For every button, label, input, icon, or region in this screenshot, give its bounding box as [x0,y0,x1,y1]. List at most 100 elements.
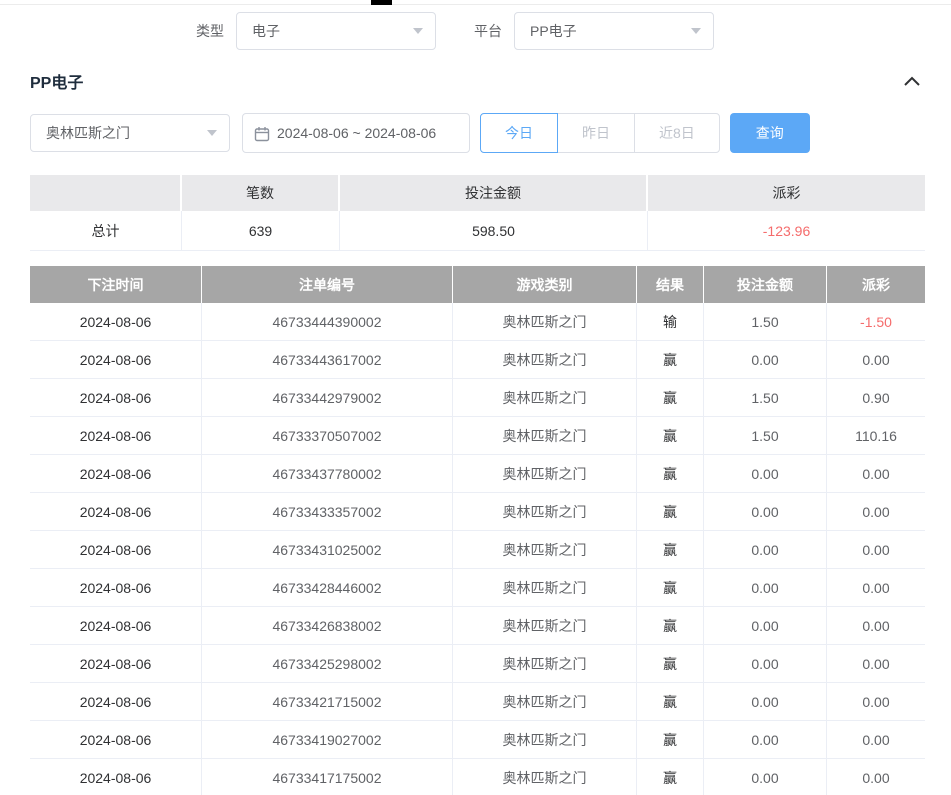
table-row: 2024-08-0646733433357002奥林匹斯之门赢0.000.00 [30,493,925,531]
cell-order-id: 46733417175002 [202,759,453,795]
platform-select-value: PP电子 [530,21,577,41]
table-row: 2024-08-0646733444390002奥林匹斯之门输1.50-1.50 [30,303,925,341]
header-bet-amount: 投注金额 [704,266,827,303]
chevron-up-icon[interactable] [899,72,925,91]
game-select[interactable]: 奥林匹斯之门 [30,114,230,152]
cell-game-type: 奥林匹斯之门 [453,645,637,683]
summary-table-header: 笔数 投注金额 派彩 [30,175,925,211]
page: 类型 电子 平台 PP电子 PP电子 奥林匹斯之门 [0,0,951,795]
table-row: 2024-08-0646733437780002奥林匹斯之门赢0.000.00 [30,455,925,493]
type-label: 类型 [196,21,224,41]
cell-result: 赢 [637,341,704,379]
table-row: 2024-08-0646733425298002奥林匹斯之门赢0.000.00 [30,645,925,683]
cell-game-type: 奥林匹斯之门 [453,417,637,455]
game-select-value: 奥林匹斯之门 [46,123,130,143]
table-row: 2024-08-0646733442979002奥林匹斯之门赢1.500.90 [30,379,925,417]
top-indicator-bar [371,0,392,5]
cell-order-id: 46733426838002 [202,607,453,645]
cell-payout: 0.00 [827,341,925,379]
cell-order-id: 46733421715002 [202,683,453,721]
cell-result: 赢 [637,607,704,645]
cell-bet-amount: 1.50 [704,379,827,417]
section-title: PP电子 [30,69,83,93]
cell-order-id: 46733370507002 [202,417,453,455]
yesterday-button[interactable]: 昨日 [557,113,635,153]
filter-row: 奥林匹斯之门 2024-08-06 ~ 2024-08-06 今日 昨日 近8日… [30,113,810,153]
cell-result: 赢 [637,759,704,795]
summary-total-label: 总计 [30,211,182,251]
table-row: 2024-08-0646733419027002奥林匹斯之门赢0.000.00 [30,721,925,759]
cell-order-id: 46733419027002 [202,721,453,759]
platform-label: 平台 [474,21,502,41]
records-table-header: 下注时间 注单编号 游戏类别 结果 投注金额 派彩 [30,266,925,303]
summary-payout: -123.96 [648,211,925,251]
chevron-down-icon [413,28,423,34]
cell-bet-time: 2024-08-06 [30,303,202,341]
today-button[interactable]: 今日 [480,113,558,153]
table-row: 2024-08-0646733443617002奥林匹斯之门赢0.000.00 [30,341,925,379]
cell-game-type: 奥林匹斯之门 [453,721,637,759]
cell-bet-time: 2024-08-06 [30,721,202,759]
cell-result: 赢 [637,569,704,607]
cell-result: 赢 [637,379,704,417]
cell-payout: 0.00 [827,493,925,531]
section-header: PP电子 [30,68,925,94]
summary-header-count: 笔数 [182,175,340,211]
type-select-value: 电子 [252,21,280,41]
cell-order-id: 46733428446002 [202,569,453,607]
search-button[interactable]: 查询 [730,113,810,153]
cell-order-id: 46733437780002 [202,455,453,493]
cell-order-id: 46733425298002 [202,645,453,683]
date-range-input[interactable]: 2024-08-06 ~ 2024-08-06 [242,113,470,153]
summary-header-bet-amount: 投注金额 [340,175,648,211]
table-row: 2024-08-0646733421715002奥林匹斯之门赢0.000.00 [30,683,925,721]
date-range-value: 2024-08-06 ~ 2024-08-06 [277,125,436,141]
cell-payout: 0.00 [827,455,925,493]
cell-game-type: 奥林匹斯之门 [453,531,637,569]
top-filter-form: 类型 电子 平台 PP电子 [196,12,714,50]
top-divider [0,4,951,5]
cell-result: 输 [637,303,704,341]
cell-game-type: 奥林匹斯之门 [453,379,637,417]
cell-bet-time: 2024-08-06 [30,531,202,569]
cell-game-type: 奥林匹斯之门 [453,455,637,493]
cell-game-type: 奥林匹斯之门 [453,607,637,645]
table-row: 2024-08-0646733417175002奥林匹斯之门赢0.000.00 [30,759,925,795]
cell-bet-amount: 0.00 [704,607,827,645]
cell-bet-time: 2024-08-06 [30,417,202,455]
cell-game-type: 奥林匹斯之门 [453,683,637,721]
cell-payout: 0.00 [827,683,925,721]
header-payout: 派彩 [827,266,925,303]
cell-bet-time: 2024-08-06 [30,455,202,493]
summary-bet-amount-value: 598.50 [340,211,648,251]
summary-table: 笔数 投注金额 派彩 总计 639 598.50 -123.96 [30,175,925,251]
cell-result: 赢 [637,683,704,721]
cell-bet-amount: 0.00 [704,759,827,795]
cell-bet-amount: 1.50 [704,417,827,455]
cell-order-id: 46733444390002 [202,303,453,341]
platform-select[interactable]: PP电子 [514,12,714,50]
quick-range-button-group: 今日 昨日 近8日 [480,113,720,153]
last-8-days-button[interactable]: 近8日 [634,113,720,153]
type-select[interactable]: 电子 [236,12,436,50]
cell-bet-amount: 0.00 [704,341,827,379]
cell-game-type: 奥林匹斯之门 [453,341,637,379]
records-table: 下注时间 注单编号 游戏类别 结果 投注金额 派彩 2024-08-064673… [30,266,925,795]
chevron-down-icon [207,130,217,136]
cell-bet-time: 2024-08-06 [30,569,202,607]
cell-bet-amount: 0.00 [704,721,827,759]
cell-payout: 0.00 [827,645,925,683]
cell-result: 赢 [637,493,704,531]
cell-payout: 0.00 [827,569,925,607]
cell-result: 赢 [637,455,704,493]
cell-bet-amount: 0.00 [704,455,827,493]
cell-order-id: 46733431025002 [202,531,453,569]
cell-game-type: 奥林匹斯之门 [453,493,637,531]
table-row: 2024-08-0646733431025002奥林匹斯之门赢0.000.00 [30,531,925,569]
cell-bet-time: 2024-08-06 [30,607,202,645]
cell-bet-time: 2024-08-06 [30,379,202,417]
header-bet-time: 下注时间 [30,266,202,303]
cell-bet-time: 2024-08-06 [30,493,202,531]
cell-order-id: 46733433357002 [202,493,453,531]
cell-result: 赢 [637,531,704,569]
